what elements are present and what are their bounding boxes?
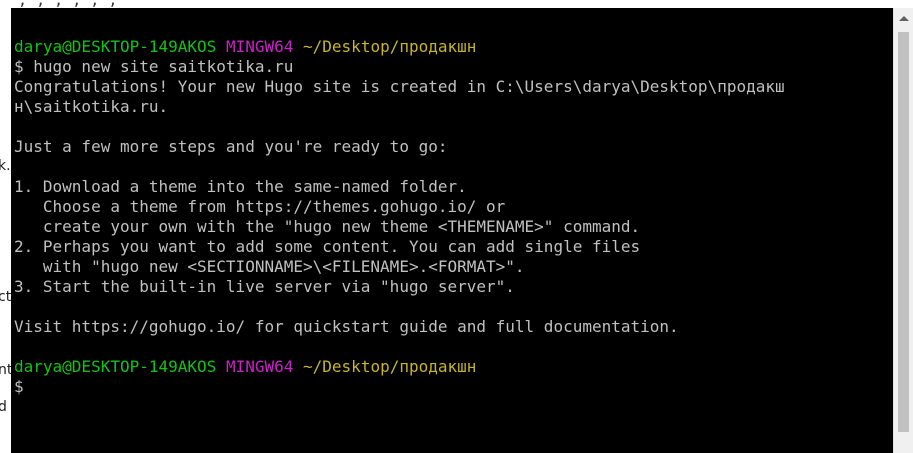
prompt-shell: MINGW64 — [225, 37, 294, 56]
output-text: 3. Start the built-in live server via "h… — [14, 277, 515, 296]
screen: , , , , , , , k.c cts nt d darya@DESKTOP… — [0, 0, 913, 453]
output-line: Just a few more steps and you're ready t… — [14, 137, 785, 157]
terminal-output[interactable]: darya@DESKTOP-149AKOS MINGW64 ~/Desktop/… — [14, 37, 785, 397]
scroll-thumb[interactable] — [898, 32, 909, 432]
prompt-path: ~/Desktop/продакшн — [303, 357, 477, 376]
output-line: Choose a theme from https://themes.gohug… — [14, 197, 785, 217]
output-text: Just a few more steps and you're ready t… — [14, 137, 448, 156]
output-text: with "hugo new <SECTIONNAME>\<FILENAME>.… — [14, 257, 525, 276]
background-top-text: , , , , , , , — [0, 0, 117, 8]
output-line: Visit https://gohugo.io/ for quickstart … — [14, 317, 785, 337]
background-window-left: k.c cts nt d — [0, 0, 11, 453]
output-text: $ — [14, 377, 24, 396]
output-text: create your own with the "hugo new theme… — [14, 217, 641, 236]
output-line: create your own with the "hugo new theme… — [14, 217, 785, 237]
output-line: 2. Perhaps you want to add some content.… — [14, 237, 785, 257]
background-window-top: , , , , , , , — [0, 0, 913, 8]
output-line: with "hugo new <SECTIONNAME>\<FILENAME>.… — [14, 257, 785, 277]
scroll-up-arrow-icon[interactable] — [899, 16, 909, 21]
prompt-path: ~/Desktop/продакшн — [303, 37, 477, 56]
output-text: 2. Perhaps you want to add some content.… — [14, 237, 641, 256]
output-text: н\saitkotika.ru. — [14, 97, 169, 116]
output-line: $ — [14, 377, 785, 397]
terminal-scrollbar[interactable] — [893, 8, 913, 453]
background-text-fragment: k.c — [0, 158, 11, 174]
output-line: 1. Download a theme into the same-named … — [14, 177, 785, 197]
prompt-user-host: darya@DESKTOP-149AKOS — [14, 357, 217, 376]
background-text-fragment: d — [0, 399, 7, 415]
terminal-window[interactable]: darya@DESKTOP-149AKOS MINGW64 ~/Desktop/… — [11, 8, 893, 453]
prompt-line: darya@DESKTOP-149AKOS MINGW64 ~/Desktop/… — [14, 357, 785, 377]
background-text-fragment: nt — [0, 362, 11, 378]
output-text: Visit https://gohugo.io/ for quickstart … — [14, 317, 679, 336]
prompt-shell: MINGW64 — [225, 357, 294, 376]
prompt-user-host: darya@DESKTOP-149AKOS — [14, 37, 217, 56]
output-line: $ hugo new site saitkotika.ru — [14, 57, 785, 77]
output-text: Congratulations! Your new Hugo site is c… — [14, 77, 785, 96]
output-text: Choose a theme from https://themes.gohug… — [14, 197, 506, 216]
output-text: $ hugo new site saitkotika.ru — [14, 57, 294, 76]
output-line: н\saitkotika.ru. — [14, 97, 785, 117]
background-text-fragment: cts — [0, 289, 11, 305]
output-line: 3. Start the built-in live server via "h… — [14, 277, 785, 297]
output-line: Congratulations! Your new Hugo site is c… — [14, 77, 785, 97]
output-text: 1. Download a theme into the same-named … — [14, 177, 467, 196]
prompt-line: darya@DESKTOP-149AKOS MINGW64 ~/Desktop/… — [14, 37, 785, 57]
